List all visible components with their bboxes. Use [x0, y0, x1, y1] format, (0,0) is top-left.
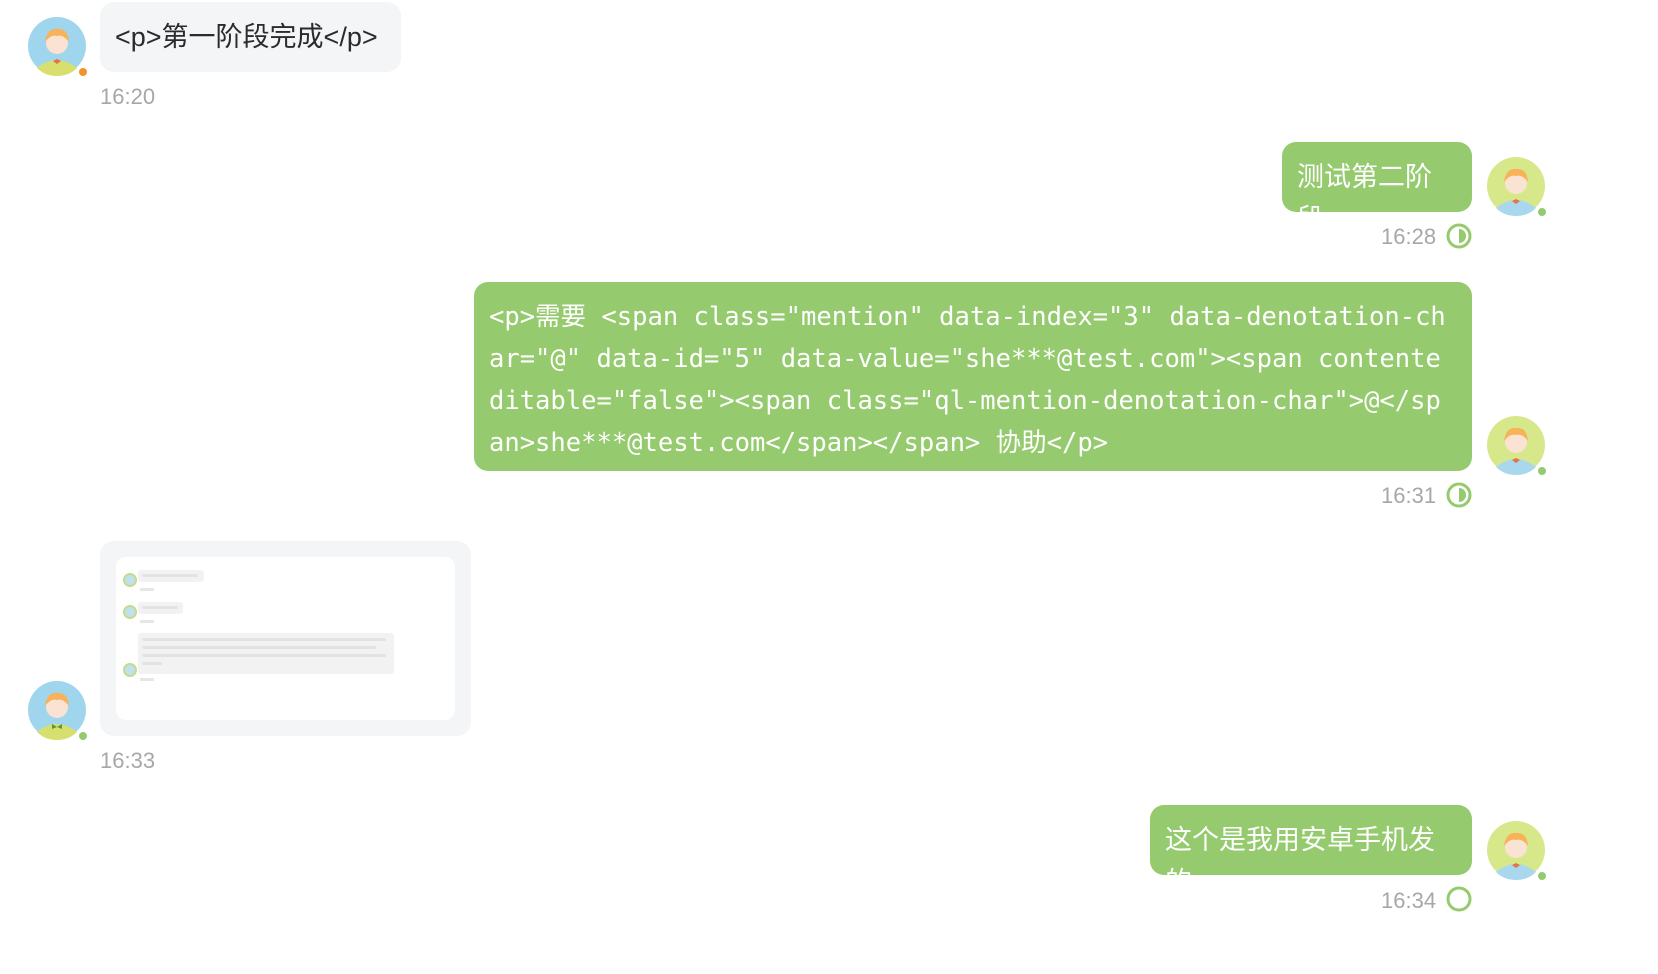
avatar-self[interactable] [1486, 415, 1548, 477]
message-timestamp: 16:20 [100, 84, 156, 109]
mini-avatar [123, 605, 137, 619]
mini-text [142, 606, 178, 609]
message-timestamp: 16:33 [100, 748, 156, 773]
online-status-dot [1536, 465, 1548, 477]
mini-time [140, 588, 154, 591]
online-status-dot [1536, 206, 1548, 218]
message-bubble-2[interactable]: 测试第二阶段 [1282, 142, 1472, 234]
message-timestamp: 16:31 [1381, 483, 1437, 508]
message-bubble-5[interactable]: 这个是我用安卓手机发的 [1150, 805, 1472, 897]
avatar-contact[interactable] [27, 16, 89, 78]
avatar-self[interactable] [1486, 156, 1548, 218]
mini-time [140, 678, 154, 681]
avatar-self[interactable] [1486, 820, 1548, 882]
mini-text [142, 574, 198, 577]
half-read-circle-icon [1446, 482, 1472, 508]
message-text: <p>第一阶段完成</p> [115, 22, 378, 52]
message-bubble-1[interactable]: <p>第一阶段完成</p> [100, 2, 401, 72]
image-message-bubble[interactable] [100, 541, 471, 736]
mini-text [142, 662, 162, 665]
mini-text [142, 654, 386, 657]
message-timestamp: 16:34 [1381, 888, 1437, 913]
mini-text [142, 638, 386, 641]
mini-avatar [123, 663, 137, 677]
message-bubble-3[interactable]: <p>需要 <span class="mention" data-index="… [474, 282, 1472, 471]
message-timestamp: 16:28 [1381, 224, 1437, 249]
online-status-dot [1536, 870, 1548, 882]
unread-circle-icon [1446, 886, 1472, 912]
mini-avatar [123, 573, 137, 587]
online-status-dot [77, 730, 89, 742]
message-text: <p>需要 <span class="mention" data-index="… [489, 302, 1446, 458]
screenshot-thumbnail[interactable] [116, 557, 455, 720]
half-read-circle-icon [1446, 223, 1472, 249]
mini-text [142, 646, 376, 649]
mini-time [140, 620, 154, 623]
message-text: 这个是我用安卓手机发的 [1165, 825, 1435, 897]
away-status-dot [77, 66, 89, 78]
avatar-contact[interactable] [27, 680, 89, 742]
